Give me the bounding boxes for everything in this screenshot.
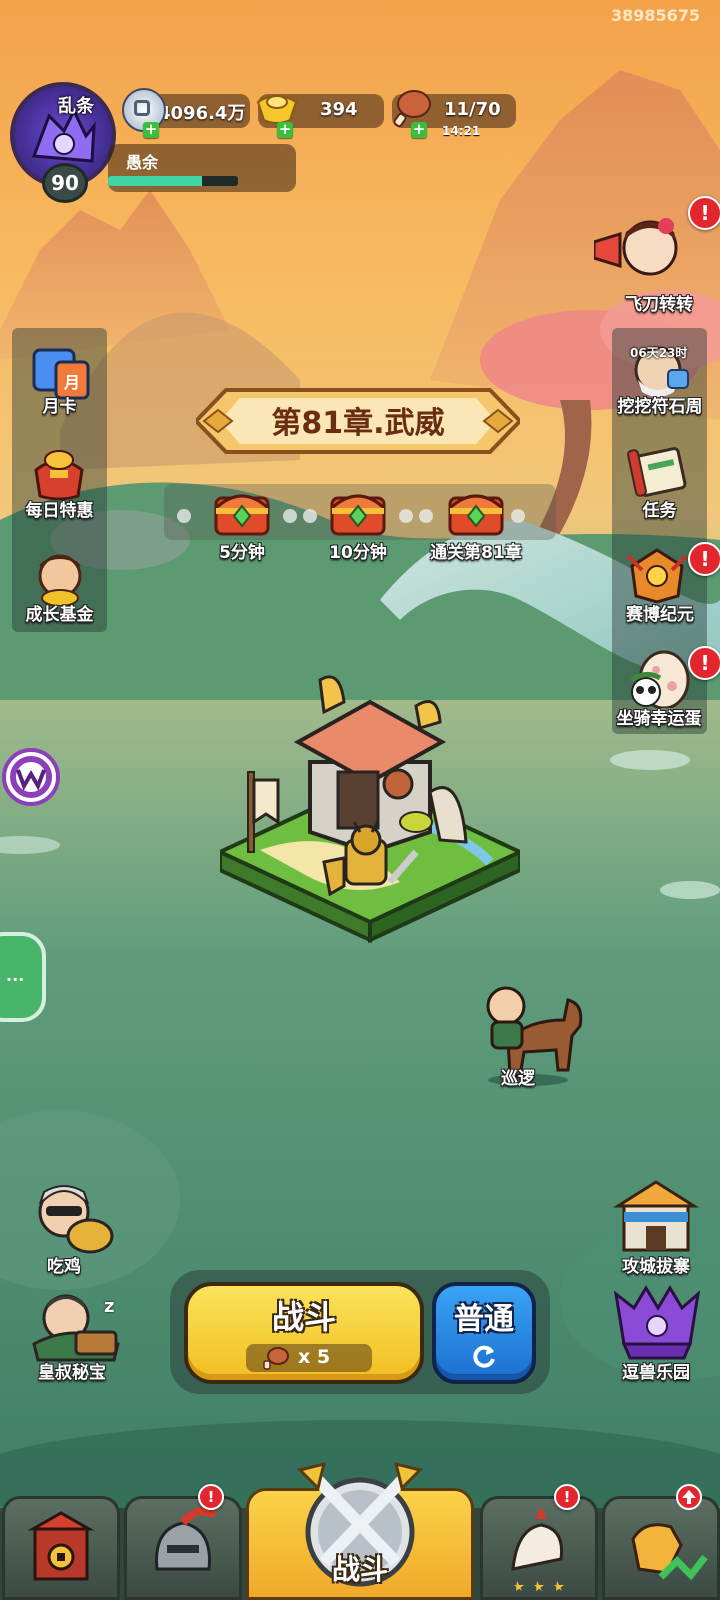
nav-hero-button[interactable] [124,1496,242,1600]
mount-egg-button[interactable] [626,650,692,710]
exp-bar-fill [108,176,202,186]
siege-fortress-icon[interactable] [608,1176,704,1256]
beast-park-label: 逗兽乐园 [622,1363,690,1383]
player-name: 愚余 [126,153,159,172]
mech-warrior-icon [626,548,688,604]
w-logo-icon [10,756,52,798]
flying-knife-alert-badge: ! [688,196,720,230]
stage-island[interactable] [220,672,520,972]
dig-rune-timer: 06天23时 [630,346,688,360]
fist-upgrade-icon [631,1523,708,1581]
task-label: 任务 [642,501,677,521]
battle-mode-label: 普通 [454,1302,514,1337]
gold-ingot-icon [256,95,298,124]
flying-knife-button[interactable] [592,212,690,292]
gold-amount: 394 [320,99,358,120]
avatar-title-text: 乱条 [58,96,94,117]
growth-fund-label: 成长基金 [25,605,94,625]
dots-icon: ··· [6,970,25,989]
city-gate-icon [27,1511,95,1581]
nav-upgrade-button[interactable] [602,1496,720,1600]
reward-3-label: 通关第81章 [430,543,522,563]
player-level-badge: 90 [42,163,88,203]
growth-fund-button[interactable] [30,548,90,607]
battle-mode-button[interactable]: 普通 [432,1282,536,1384]
cyber-era-alert-badge: ! [688,542,720,576]
cyber-era-label: 赛博纪元 [626,605,694,625]
daily-deal-button[interactable] [26,442,92,502]
mount-egg-alert-badge: ! [688,646,720,680]
battle-cost-text: x 5 [298,1346,331,1368]
add-silver-button[interactable]: + [143,122,159,138]
panda-egg-icon [630,650,690,710]
battle-button-label: 战斗 [271,1298,336,1336]
svg-text:月: 月 [63,373,80,392]
girl-megaphone-icon [592,218,678,276]
add-gold-button[interactable]: + [277,122,293,138]
fortune-god-icon [38,554,82,607]
uncle-secret-label: 皇叔秘宝 [38,1363,106,1383]
silver-amount: 4096.4万 [158,103,246,124]
game-screen: 38985675 乱条 90 愚余 4096.4万 + 394 + 11/70 … [0,0,720,1600]
stamina-timer: 14:21 [442,124,481,138]
gift-bag-icon [34,450,84,501]
battle-cost-pill: x 5 [246,1344,372,1372]
user-id-text: 38985675 [610,6,700,25]
nav-city-button[interactable] [2,1496,120,1600]
scroll-icon [627,447,687,497]
task-button[interactable] [626,444,692,500]
flying-knife-label: 飞刀转转 [625,295,693,315]
exp-bar [108,176,238,186]
chapter-title: 第81章.武威 [271,406,445,441]
cyber-era-button[interactable] [622,546,692,604]
patrol-label: 巡逻 [501,1069,535,1089]
reward-chest-1-icon[interactable] [212,484,272,540]
nav-rooster-button[interactable] [480,1496,598,1600]
sleep-z-mark: z [104,1296,115,1317]
refresh-icon [473,1345,495,1368]
add-stamina-button[interactable]: + [411,122,427,138]
reward-2-label: 10分钟 [329,543,387,563]
helmet-icon [155,1507,217,1571]
mount-egg-label: 坐骑幸运蛋 [616,709,702,729]
floating-menu-button[interactable]: ··· [0,932,46,1022]
dig-rune-label: 挖挖符石周 [617,397,703,417]
hero-alert-badge: ! [198,1484,224,1510]
reward-1-label: 5分钟 [219,543,265,563]
daily-deal-label: 每日特惠 [25,501,94,521]
meat-cost-icon [263,1347,289,1370]
battle-button[interactable]: 战斗 x 5 [184,1282,424,1384]
siege-label: 攻城拔寨 [622,1257,690,1277]
rooster-stars-icon [511,1507,564,1591]
beast-park-icon[interactable] [610,1284,704,1364]
month-card-label: 月卡 [42,397,77,417]
nav-battle-label: 战斗 [331,1553,388,1586]
reward-chest-3-icon[interactable] [446,484,506,540]
player-name-panel: 愚余 [108,144,296,192]
eat-chicken-icon[interactable] [24,1182,116,1258]
stamina-amount: 11/70 [444,99,501,120]
reward-chest-2-icon[interactable] [328,484,388,540]
rooster-alert-badge: ! [554,1484,580,1510]
floating-w-button[interactable] [2,748,60,806]
up-arrow-icon [682,1490,696,1504]
upgrade-arrow-badge [676,1484,702,1510]
eat-chicken-label: 吃鸡 [47,1257,81,1277]
